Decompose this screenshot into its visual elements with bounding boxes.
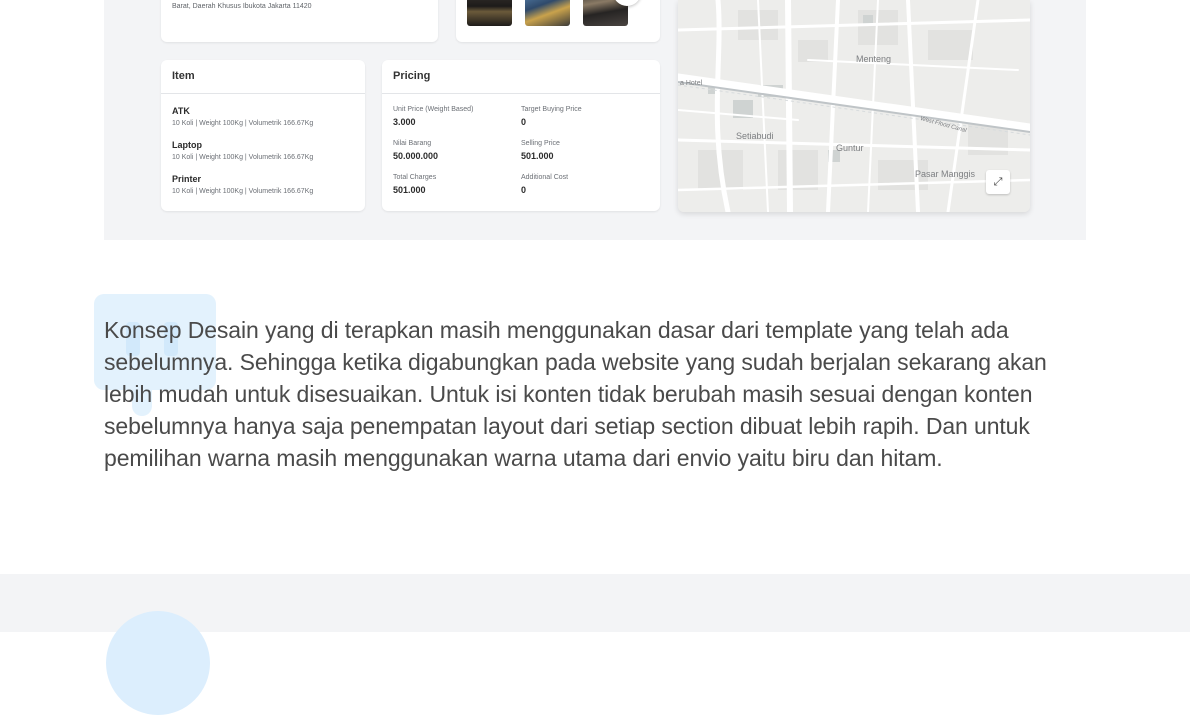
price-label: Additional Cost (521, 174, 569, 181)
map-label-menteng: Menteng (856, 54, 892, 64)
price-value: 3.000 (393, 117, 416, 127)
price-value: 50.000.000 (393, 151, 439, 161)
design-concept-paragraph: Konsep Desain yang di terapkan masih men… (104, 317, 1047, 471)
divider (161, 93, 365, 94)
photo-gallery-card (456, 0, 660, 42)
map-label-hotel: a Hotel (680, 80, 703, 87)
item-meta: 10 Koli | Weight 100Kg | Volumetrik 166.… (172, 154, 314, 161)
item-name: Laptop (172, 140, 202, 150)
divider (382, 93, 660, 94)
photo-thumbnail[interactable] (525, 0, 570, 26)
item-meta: 10 Koli | Weight 100Kg | Volumetrik 166.… (172, 120, 314, 127)
map-label-guntur: Guntur (836, 143, 864, 153)
price-label: Total Charges (393, 174, 437, 181)
pricing-card-title: Pricing (393, 70, 431, 82)
price-label: Target Buying Price (521, 106, 582, 113)
price-value: 501.000 (521, 151, 554, 161)
decorative-circle (106, 611, 210, 715)
map-label-pasar-manggis: Pasar Manggis (915, 169, 976, 179)
price-label: Selling Price (521, 140, 560, 147)
item-name: Printer (172, 174, 202, 184)
pricing-card: Pricing Unit Price (Weight Based) 3.000 … (382, 60, 660, 211)
price-value: 0 (521, 117, 527, 127)
item-card: Item ATK 10 Koli | Weight 100Kg | Volume… (161, 60, 365, 211)
address-text: Jl. K. S. Tubun no 6, RT 07/RW 1, Kota B… (172, 3, 312, 10)
price-label: Unit Price (Weight Based) (393, 106, 474, 113)
item-meta: 10 Koli | Weight 100Kg | Volumetrik 166.… (172, 188, 314, 195)
price-value: 0 (521, 185, 527, 195)
map-streets (678, 0, 1030, 212)
item-card-title: Item (172, 70, 195, 82)
price-value: 501.000 (393, 185, 426, 195)
address-card: Jl. K. S. Tubun no 6, RT 07/RW 1, Kota B… (161, 0, 438, 42)
photo-thumbnail[interactable] (467, 0, 512, 26)
expand-icon[interactable]: ⤢ (986, 170, 1010, 194)
dashboard-mockup: Jl. K. S. Tubun no 6, RT 07/RW 1, Kota B… (104, 0, 1086, 240)
price-label: Nilai Barang (393, 140, 432, 147)
map-label-setiabudi: Setiabudi (736, 131, 774, 141)
map-view[interactable]: Menteng a Hotel Setiabudi Guntur Pasar M… (678, 0, 1030, 212)
item-name: ATK (172, 106, 190, 116)
